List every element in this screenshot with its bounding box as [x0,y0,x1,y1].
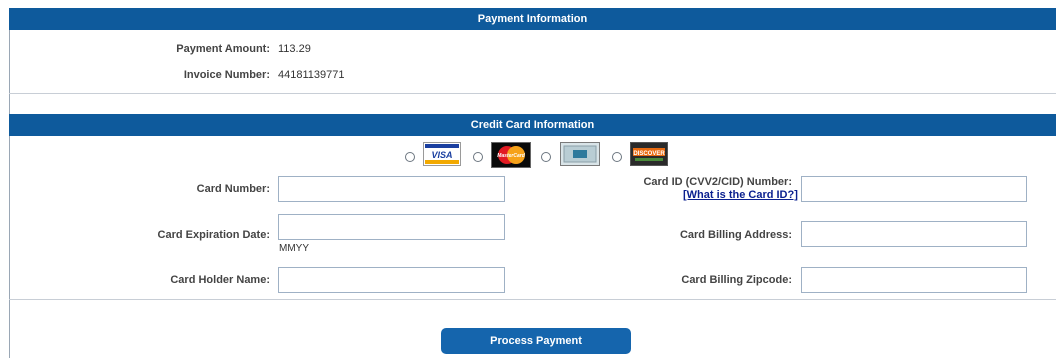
left-border [9,8,10,358]
credit-card-information-title: Credit Card Information [470,119,595,131]
section-divider-bottom [9,299,1056,300]
card-holder-name-field[interactable] [278,267,505,293]
payment-amount-value: 113.29 [278,43,311,55]
payment-page: Payment Information Payment Amount: 113.… [0,0,1056,358]
process-payment-button[interactable]: Process Payment [441,328,631,354]
invoice-number-label: Invoice Number: [183,69,270,81]
discover-logo-icon: DISCOVER [630,142,668,166]
card-number-label: Card Number: [196,183,270,195]
card-number-field[interactable] [278,176,505,202]
card-billing-zipcode-field[interactable] [801,267,1027,293]
card-billing-address-field[interactable] [801,221,1027,247]
card-expiration-date-field[interactable] [278,214,505,240]
card-expiration-date-label: Card Expiration Date: [157,229,270,241]
expiration-format-hint: MMYY [279,243,309,254]
card-id-label: Card ID (CVV2/CID) Number: [643,176,792,188]
discover-radio[interactable] [612,152,622,162]
invoice-number-value: 44181139771 [278,69,345,81]
visa-logo-text: VISA [431,150,452,160]
visa-radio[interactable] [405,152,415,162]
discover-logo-text: DISCOVER [633,151,665,157]
card-holder-name-label: Card Holder Name: [170,274,270,286]
amex-logo-icon [560,142,600,166]
mastercard-radio[interactable] [473,152,483,162]
payment-information-title: Payment Information [477,13,588,25]
visa-logo-icon: VISA [423,142,461,166]
card-billing-address-label: Card Billing Address: [679,229,792,241]
credit-card-information-header: Credit Card Information [9,114,1056,136]
mastercard-logo-icon: MasterCard [491,142,531,168]
mastercard-logo-text: MasterCard [497,153,525,159]
card-billing-zipcode-label: Card Billing Zipcode: [681,274,792,286]
payment-amount-label: Payment Amount: [176,43,270,55]
payment-information-header: Payment Information [9,8,1056,30]
card-id-field[interactable] [801,176,1027,202]
what-is-card-id-link[interactable]: [What is the Card ID?] [683,189,798,201]
section-divider [9,93,1056,94]
amex-radio[interactable] [541,152,551,162]
